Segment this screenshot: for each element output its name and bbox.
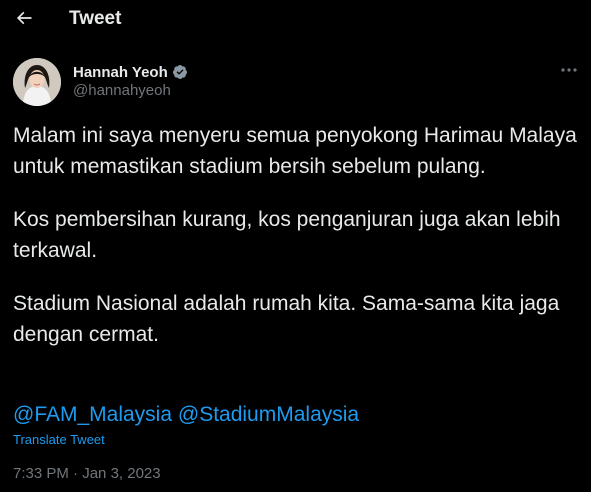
meta-separator: ·: [73, 465, 79, 482]
verified-badge-icon: [172, 65, 187, 79]
arrow-left-icon: [16, 11, 32, 25]
tweet-paragraph: Stadium Nasional adalah rumah kita. Sama…: [13, 292, 560, 346]
tweet-paragraph: Kos pembersihan kurang, kos penganjuran …: [13, 208, 561, 262]
display-name[interactable]: Hannah Yeoh: [73, 64, 168, 81]
tweet-paragraph: Malam ini saya menyeru semua penyokong H…: [13, 124, 577, 178]
tweet-timestamp: 7:33 PM · Jan 3, 2023: [13, 465, 161, 482]
tweet-date[interactable]: Jan 3, 2023: [82, 465, 160, 482]
tweet-text: Malam ini saya menyeru semua penyokong H…: [13, 120, 583, 350]
more-horizontal-icon: [561, 68, 577, 72]
mention-link[interactable]: @FAM_Malaysia: [13, 403, 172, 426]
page-title: Tweet: [69, 8, 122, 29]
avatar[interactable]: [13, 58, 61, 106]
translate-tweet-link[interactable]: Translate Tweet: [13, 432, 105, 447]
tweet-time[interactable]: 7:33 PM: [13, 465, 69, 482]
mentions: @FAM_Malaysia @StadiumMalaysia: [13, 399, 359, 430]
top-bar: Tweet: [0, 0, 591, 40]
author-name-row: Hannah Yeoh: [73, 62, 188, 82]
more-options-button[interactable]: [556, 60, 582, 80]
mention-link[interactable]: @StadiumMalaysia: [178, 403, 359, 426]
author-handle[interactable]: @hannahyeoh: [73, 82, 171, 99]
back-button[interactable]: [8, 2, 40, 34]
